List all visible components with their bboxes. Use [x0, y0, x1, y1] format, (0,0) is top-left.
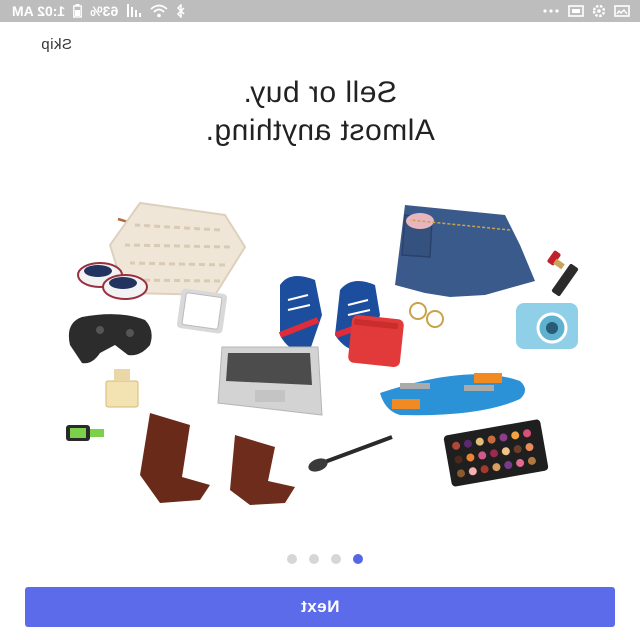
notification-icon [614, 5, 630, 17]
phone-icon [176, 288, 228, 334]
gamepad-icon [68, 314, 152, 364]
battery-percent: 63% [90, 3, 119, 19]
status-bar: 63% 1:02 AM [0, 0, 640, 22]
eyeshadow-palette-icon [443, 419, 549, 487]
headline-line-1: Sell or buy. [243, 76, 397, 109]
page-dot[interactable] [331, 554, 341, 564]
jeans-icon [395, 205, 535, 297]
clock: 1:02 AM [12, 3, 66, 19]
onboarding-headline: Sell or buy. Almost anything. [0, 74, 640, 150]
lipstick-icon [547, 250, 579, 297]
earrings-icon [409, 302, 444, 328]
onboarding-screen: 63% 1:02 AM Skip Sell or buy. Almost any… [0, 0, 640, 640]
products-illustration [66, 201, 579, 505]
skateboard-icon [380, 373, 525, 416]
bluetooth-icon [176, 4, 186, 18]
headline-line-2: Almost anything. [205, 114, 435, 147]
page-dot[interactable] [309, 554, 319, 564]
page-dot[interactable] [287, 554, 297, 564]
battery-icon [73, 4, 83, 18]
next-button[interactable]: Next [25, 587, 615, 627]
wallet-icon [348, 315, 404, 367]
skip-button[interactable]: Skip [41, 36, 72, 53]
camera-icon [516, 303, 578, 349]
page-dot-active[interactable] [353, 554, 363, 564]
smartwatch-icon [66, 425, 104, 441]
laptop-icon [217, 346, 323, 416]
more-dots-icon [542, 8, 560, 14]
makeup-brush-icon [308, 435, 393, 472]
gallery-icon [568, 5, 584, 17]
boots-icon [140, 413, 295, 505]
perfume-icon [105, 369, 139, 408]
wifi-icon [150, 4, 168, 18]
settings-icon [592, 4, 606, 18]
signal-icon [126, 4, 142, 18]
page-indicator [287, 554, 363, 564]
